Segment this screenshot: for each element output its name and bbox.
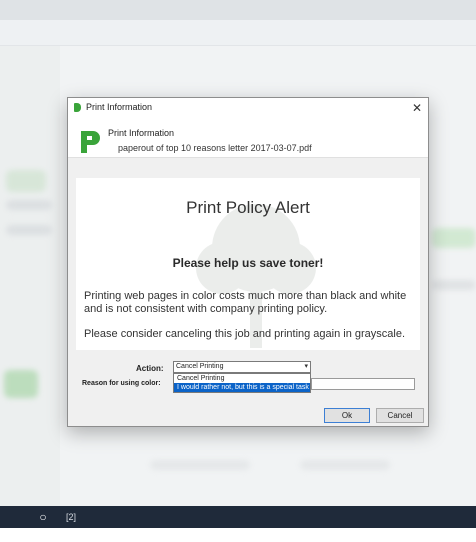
- action-option[interactable]: Cancel Printing: [174, 374, 310, 383]
- start-circle-icon[interactable]: ○: [36, 510, 50, 524]
- taskbar: ○ [2]: [0, 506, 476, 528]
- reason-label: Reason for using color:: [82, 380, 161, 387]
- background-element: [432, 228, 476, 248]
- header-title: Print Information: [108, 128, 175, 138]
- print-information-dialog: Print Information ✕ Print Information pa…: [67, 97, 429, 427]
- background-toolbar: [0, 20, 476, 46]
- action-select[interactable]: Cancel Printing ▾: [173, 361, 311, 373]
- background-title-bar: [0, 0, 476, 20]
- action-option[interactable]: I would rather not, but this is a specia…: [174, 383, 310, 392]
- background-element: [6, 200, 52, 210]
- cancel-button[interactable]: Cancel: [376, 408, 424, 423]
- dialog-title: Print Information: [86, 102, 153, 112]
- dialog-header: Print Information paperout of top 10 rea…: [68, 118, 428, 158]
- alert-title: Print Policy Alert: [186, 198, 310, 217]
- close-button[interactable]: ✕: [408, 100, 426, 116]
- app-logo-icon: [74, 103, 81, 112]
- ok-button[interactable]: Ok: [324, 408, 370, 423]
- background-element: [150, 460, 250, 470]
- background-element: [432, 280, 476, 290]
- bottom-strip: [0, 528, 476, 542]
- papercut-logo-icon: [81, 131, 100, 153]
- alert-suggestion: Please consider canceling this job and p…: [84, 328, 406, 340]
- reason-input[interactable]: [311, 378, 415, 390]
- action-label: Action:: [136, 364, 164, 373]
- chevron-down-icon[interactable]: ▾: [304, 362, 308, 372]
- background-element: [6, 170, 46, 192]
- alert-message: Printing web pages in color costs much m…: [84, 290, 407, 315]
- taskbar-app-button[interactable]: [2]: [66, 510, 76, 524]
- background-element: [300, 460, 390, 470]
- background-sidebar: [0, 46, 60, 506]
- dialog-title-bar: Print Information ✕: [68, 98, 428, 118]
- action-selected-value: Cancel Printing: [176, 363, 224, 370]
- tree-watermark-icon: [196, 204, 316, 348]
- action-dropdown-list: Cancel Printing I would rather not, but …: [173, 373, 311, 393]
- background-element: [4, 370, 38, 398]
- print-policy-alert: Print Policy Alert Please help us save t…: [76, 178, 420, 350]
- document-file-name: paperout of top 10 reasons letter 2017-0…: [118, 143, 312, 153]
- alert-subtitle: Please help us save toner!: [172, 256, 324, 270]
- background-element: [6, 225, 52, 235]
